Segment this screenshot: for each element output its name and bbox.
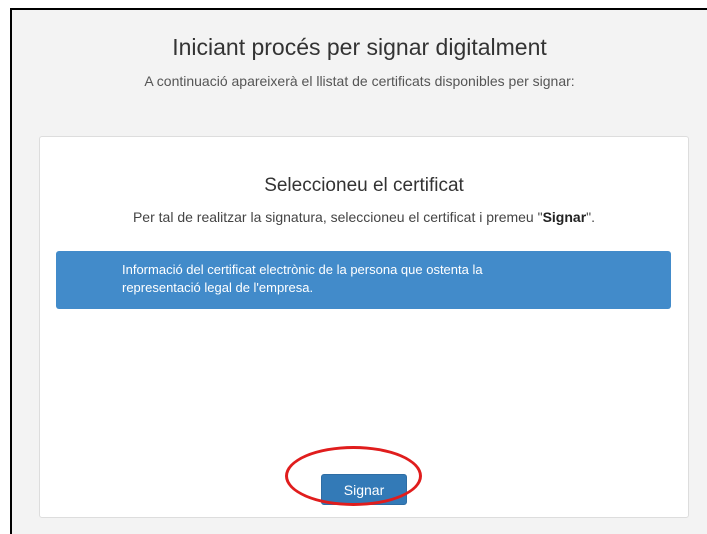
instruction-suffix: ". bbox=[586, 209, 596, 225]
page-subtitle: A continuació apareixerà el llistat de c… bbox=[144, 73, 575, 89]
certificate-list-item[interactable]: Informació del certificat electrònic de … bbox=[56, 251, 671, 309]
certificate-info-line-2: representació legal de l'empresa. bbox=[122, 280, 314, 295]
panel-instruction: Per tal de realitzar la signatura, selec… bbox=[40, 209, 688, 225]
panel-title: Seleccioneu el certificat bbox=[264, 175, 464, 196]
sign-button[interactable]: Signar bbox=[321, 474, 407, 505]
instruction-prefix: Per tal de realitzar la signatura, selec… bbox=[132, 209, 543, 225]
instruction-bold: Signar bbox=[542, 209, 587, 225]
content-frame: Iniciant procés per signar digitalment A… bbox=[10, 8, 707, 534]
certificate-info-line-1: Informació del certificat electrònic de … bbox=[122, 262, 483, 277]
page-title: Iniciant procés per signar digitalment bbox=[172, 34, 547, 60]
certificate-panel: Seleccioneu el certificat Per tal de rea… bbox=[39, 136, 689, 518]
